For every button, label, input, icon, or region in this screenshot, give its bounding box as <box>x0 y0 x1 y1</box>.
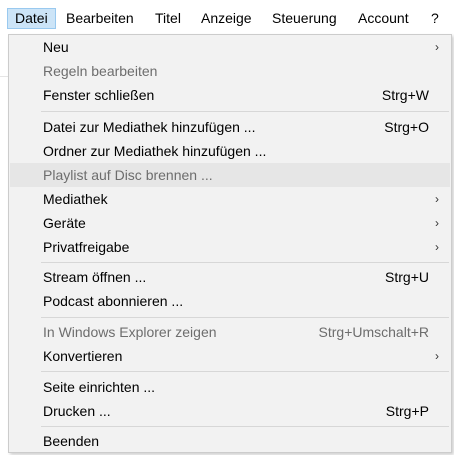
menu-separator <box>41 371 449 372</box>
menu-item-shortcut: Strg+P <box>385 403 429 419</box>
menubar-account[interactable]: Account <box>351 8 416 29</box>
menu-bar: Datei Bearbeiten Titel Anzeige Steuerung… <box>0 0 454 35</box>
menu-item-ordner-hinzufuegen[interactable]: Ordner zur Mediathek hinzufügen ... <box>10 139 450 163</box>
menubar-steuerung[interactable]: Steuerung <box>265 8 344 29</box>
menu-item-label: Podcast abonnieren ... <box>43 293 184 309</box>
menu-item-playlist-brennen: Playlist auf Disc brennen ... <box>10 163 450 187</box>
menu-item-fenster-schliessen[interactable]: Fenster schließen Strg+W <box>10 83 450 107</box>
menu-item-label: Geräte <box>43 215 86 231</box>
menubar-datei[interactable]: Datei <box>7 8 56 29</box>
menu-item-label: Ordner zur Mediathek hinzufügen ... <box>43 143 267 159</box>
menu-item-label: Konvertieren <box>43 348 123 364</box>
menu-item-label: Fenster schließen <box>43 87 155 103</box>
menu-item-label: Playlist auf Disc brennen ... <box>43 167 213 183</box>
chevron-right-icon: › <box>435 40 439 54</box>
menubar-help[interactable]: ? <box>424 8 446 29</box>
menu-separator <box>41 262 449 263</box>
menu-item-shortcut: Strg+W <box>381 87 429 103</box>
menu-item-neu[interactable]: Neu › <box>10 35 450 59</box>
menu-item-label: Regeln bearbeiten <box>43 63 158 79</box>
menu-item-shortcut: Strg+O <box>384 119 429 135</box>
menu-item-mediathek[interactable]: Mediathek › <box>10 187 450 211</box>
chevron-right-icon: › <box>435 192 439 206</box>
menu-item-beenden[interactable]: Beenden <box>10 429 450 453</box>
menu-item-label: Beenden <box>43 433 100 449</box>
menu-item-label: Stream öffnen ... <box>43 269 147 285</box>
menu-item-datei-hinzufuegen[interactable]: Datei zur Mediathek hinzufügen ... Strg+… <box>10 115 450 139</box>
menubar-anzeige[interactable]: Anzeige <box>194 8 259 29</box>
menu-item-drucken[interactable]: Drucken ... Strg+P <box>10 399 450 423</box>
menu-item-label: Mediathek <box>43 191 108 207</box>
menu-item-label: Neu <box>43 39 69 55</box>
menu-item-label: Privatfreigabe <box>43 239 130 255</box>
menu-item-label: In Windows Explorer zeigen <box>43 324 217 340</box>
menu-item-shortcut: Strg+Umschalt+R <box>318 324 429 340</box>
chevron-right-icon: › <box>435 240 439 254</box>
menubar-bearbeiten[interactable]: Bearbeiten <box>59 8 141 29</box>
chevron-right-icon: › <box>435 349 439 363</box>
menubar-titel[interactable]: Titel <box>148 8 188 29</box>
menu-item-seite-einrichten[interactable]: Seite einrichten ... <box>10 375 450 399</box>
menu-item-geraete[interactable]: Geräte › <box>10 211 450 235</box>
chevron-right-icon: › <box>435 216 439 230</box>
menu-item-podcast-abonnieren[interactable]: Podcast abonnieren ... <box>10 289 450 313</box>
menu-item-shortcut: Strg+U <box>385 269 429 285</box>
menu-item-privatfreigabe[interactable]: Privatfreigabe › <box>10 235 450 259</box>
menu-item-konvertieren[interactable]: Konvertieren › <box>10 344 450 368</box>
menu-item-explorer-zeigen: In Windows Explorer zeigen Strg+Umschalt… <box>10 320 450 344</box>
menu-item-label: Datei zur Mediathek hinzufügen ... <box>43 119 256 135</box>
datei-dropdown-menu: Neu › Regeln bearbeiten Fenster schließe… <box>8 34 452 453</box>
menu-item-regeln-bearbeiten: Regeln bearbeiten <box>10 59 450 83</box>
menu-item-stream-oeffnen[interactable]: Stream öffnen ... Strg+U <box>10 265 450 289</box>
menu-item-label: Seite einrichten ... <box>43 379 156 395</box>
menu-separator <box>41 317 449 318</box>
menu-item-label: Drucken ... <box>43 403 111 419</box>
menu-separator <box>41 111 449 112</box>
menu-separator <box>41 426 449 427</box>
